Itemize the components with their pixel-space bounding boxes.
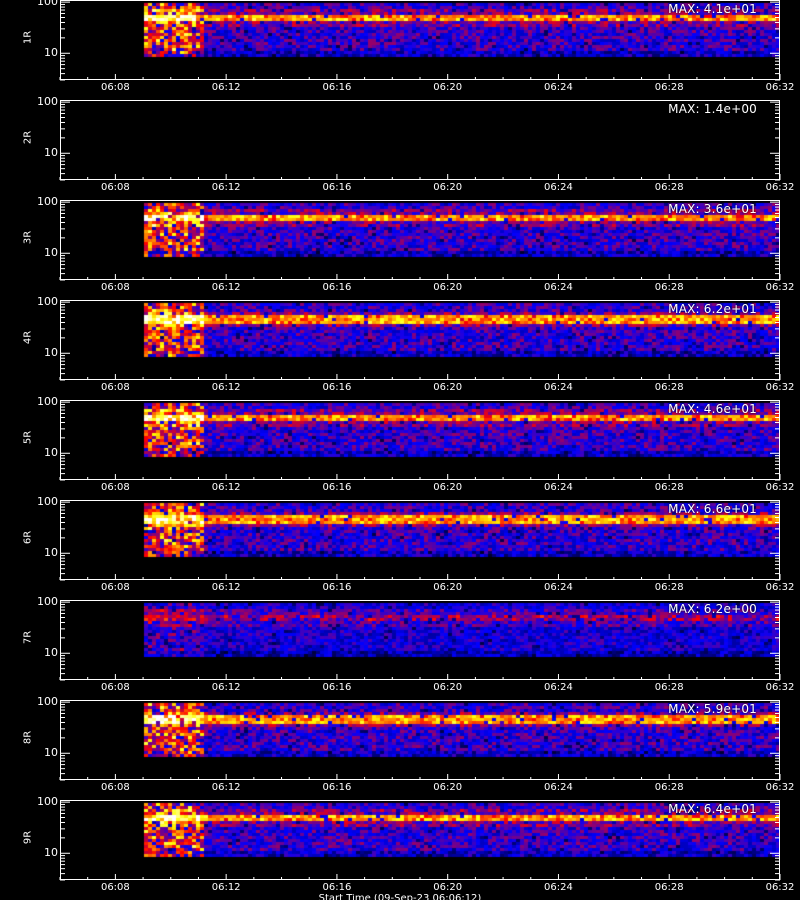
x-tick-label: 06:32 (765, 582, 795, 593)
x-tick-label: 06:16 (322, 582, 352, 593)
x-tick-label: 06:12 (211, 782, 241, 793)
x-tick-label: 06:08 (100, 582, 130, 593)
x-tick-label: 06:20 (433, 782, 463, 793)
x-tick-label: 06:24 (544, 82, 573, 93)
x-tick-label: 06:16 (322, 682, 352, 693)
x-tick-label: 06:08 (100, 182, 130, 193)
panel-3r: MAX: 3.6e+01 3R 10 100 06:08 06:12 06:16 06:20 0… (0, 195, 800, 300)
x-tick-label: 06:24 (544, 382, 573, 393)
x-tick-label: 06:12 (211, 882, 241, 893)
panel-4r: MAX: 6.2e+01 4R 10 100 06:08 06:12 06:16 06:20 0… (0, 295, 800, 400)
x-tick-label: 06:16 (322, 282, 352, 293)
x-tick-label: 06:32 (765, 282, 795, 293)
x-tick-label: 06:24 (544, 482, 573, 493)
x-tick-label: 06:12 (211, 182, 241, 193)
x-tick-label: 06:24 (544, 282, 573, 293)
x-tick-label: 06:12 (211, 82, 241, 93)
x-tick-label: 06:20 (433, 382, 463, 393)
x-tick-label: 06:32 (765, 382, 795, 393)
x-tick-label: 06:12 (211, 682, 241, 693)
x-tick-label: 06:20 (433, 482, 463, 493)
x-tick-label: 06:16 (322, 882, 352, 893)
x-tick-label: 06:20 (433, 682, 463, 693)
x-tick-label: 06:08 (100, 382, 130, 393)
panel-7r: MAX: 6.2e+00 7R 10 100 06:08 06:12 06:16 06:20 0… (0, 595, 800, 700)
panel-2r: MAX: 1.4e+00 2R 10 100 06:08 06:12 06:16 06:20 0… (0, 95, 800, 200)
x-tick-label: 06:24 (544, 682, 573, 693)
x-tick-label: 06:28 (654, 282, 684, 293)
x-tick-label: 06:20 (433, 582, 463, 593)
x-tick-label: 06:32 (765, 882, 795, 893)
x-tick-label: 06:28 (654, 682, 684, 693)
x-tick-label: 06:28 (654, 182, 684, 193)
panel-5r: MAX: 4.6e+01 5R 10 100 06:08 06:12 06:16 06:20 0… (0, 395, 800, 500)
x-tick-label: 06:28 (654, 782, 684, 793)
panel-9r: MAX: 6.4e+01 9R 10 100 06:08 06:12 06:16 06:20 0… (0, 795, 800, 900)
x-tick-label: 06:32 (765, 182, 795, 193)
x-tick-label: 06:12 (211, 482, 241, 493)
x-tick-label: 06:28 (654, 482, 684, 493)
x-tick-label: 06:08 (100, 682, 130, 693)
x-tick-label: 06:08 (100, 482, 130, 493)
x-tick-label: 06:08 (100, 782, 130, 793)
panel-8r: MAX: 5.9e+01 8R 10 100 06:08 06:12 06:16 06:20 0… (0, 695, 800, 800)
panel-6r: MAX: 6.6e+01 6R 10 100 06:08 06:12 06:16 06:20 0… (0, 495, 800, 600)
x-tick-label: 06:28 (654, 882, 684, 893)
x-tick-label: 06:32 (765, 682, 795, 693)
x-tick-label: 06:28 (654, 382, 684, 393)
spectrogram-stack: MAX: 4.1e+01 1R 10 100 06:08 06:12 06:16 06:20 0… (0, 0, 800, 900)
x-tick-label: 06:12 (211, 382, 241, 393)
panel-1r: MAX: 4.1e+01 1R 10 100 06:08 06:12 06:16 06:20 0… (0, 0, 800, 100)
x-tick-label: 06:12 (211, 582, 241, 593)
x-tick-label: 06:32 (765, 782, 795, 793)
x-tick-label: 06:24 (544, 582, 573, 593)
x-tick-label: 06:20 (433, 282, 463, 293)
x-tick-label: 06:20 (433, 82, 463, 93)
x-tick-label: 06:24 (544, 182, 573, 193)
x-tick-label: 06:16 (322, 82, 352, 93)
x-tick-label: 06:16 (322, 182, 352, 193)
x-tick-label: 06:20 (433, 182, 463, 193)
x-axis-title: Start Time (09-Sep-23 06:06:12) (318, 894, 482, 900)
x-tick-label: 06:32 (765, 82, 795, 93)
x-tick-label: 06:08 (100, 282, 130, 293)
x-tick-label: 06:28 (654, 82, 684, 93)
x-tick-label: 06:12 (211, 282, 241, 293)
x-tick-label: 06:28 (654, 582, 684, 593)
x-tick-label: 06:08 (100, 82, 130, 93)
x-tick-label: 06:08 (100, 882, 130, 893)
x-tick-label: 06:32 (765, 482, 795, 493)
x-tick-label: 06:20 (433, 882, 463, 893)
x-tick-label: 06:16 (322, 382, 352, 393)
x-tick-label: 06:24 (544, 782, 573, 793)
x-tick-label: 06:16 (322, 782, 352, 793)
x-tick-label: 06:16 (322, 482, 352, 493)
x-tick-label: 06:24 (544, 882, 573, 893)
